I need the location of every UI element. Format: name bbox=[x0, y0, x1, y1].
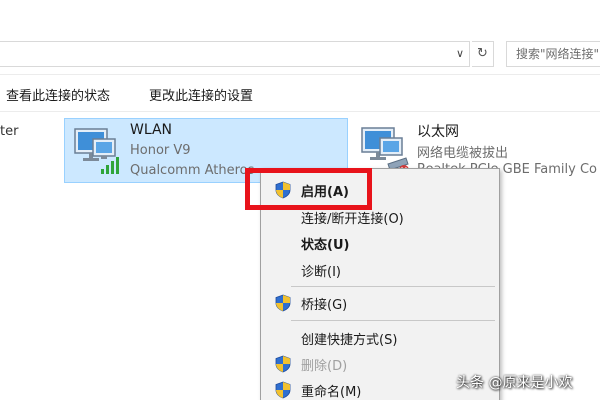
shield-icon bbox=[275, 381, 291, 399]
refresh-icon[interactable]: ↻ bbox=[472, 41, 494, 67]
wifi-adapter-icon bbox=[74, 128, 119, 174]
adapter-device: Qualcomm Atheros bbox=[130, 163, 255, 178]
highlight-box bbox=[245, 168, 372, 210]
menu-item-label: 状态(U) bbox=[301, 238, 350, 253]
search-input[interactable]: 搜索"网络连接" bbox=[506, 41, 600, 67]
menu-item-create-shortcut[interactable]: 创建快捷方式(S) bbox=[261, 325, 499, 351]
left-truncated-label: ter bbox=[0, 124, 19, 139]
menu-separator bbox=[291, 320, 495, 321]
view-status-button[interactable]: 查看此连接的状态 bbox=[6, 85, 110, 104]
command-bar: 查看此连接的状态 更改此连接的设置 bbox=[0, 74, 600, 112]
window-top-area bbox=[0, 0, 600, 34]
change-settings-button[interactable]: 更改此连接的设置 bbox=[149, 85, 253, 104]
menu-item-label: 创建快捷方式(S) bbox=[301, 333, 398, 348]
chevron-down-icon[interactable]: ∨ bbox=[452, 46, 468, 62]
address-bar[interactable] bbox=[0, 41, 470, 67]
menu-item-diagnose[interactable]: 诊断(I) bbox=[261, 257, 499, 283]
menu-item-label: 诊断(I) bbox=[301, 265, 341, 280]
menu-item-label: 连接/断开连接(O) bbox=[301, 212, 404, 227]
menu-item-bridge[interactable]: 桥接(G) bbox=[261, 290, 499, 316]
watermark: 头条 @原来是小欢 bbox=[456, 375, 573, 391]
menu-item-label: 删除(D) bbox=[301, 359, 348, 374]
adapter-status: 网络电缆被拔出 bbox=[417, 146, 509, 161]
menu-item-label: 桥接(G) bbox=[301, 298, 348, 313]
adapter-status: Honor V9 bbox=[130, 143, 191, 158]
shield-icon bbox=[275, 294, 291, 312]
menu-separator bbox=[291, 286, 495, 287]
adapter-name: WLAN bbox=[130, 122, 173, 138]
adapter-name: 以太网 bbox=[417, 124, 459, 140]
menu-item-status[interactable]: 状态(U) bbox=[261, 230, 499, 256]
menu-item-label: 重命名(M) bbox=[301, 385, 362, 400]
shield-icon bbox=[275, 355, 291, 373]
